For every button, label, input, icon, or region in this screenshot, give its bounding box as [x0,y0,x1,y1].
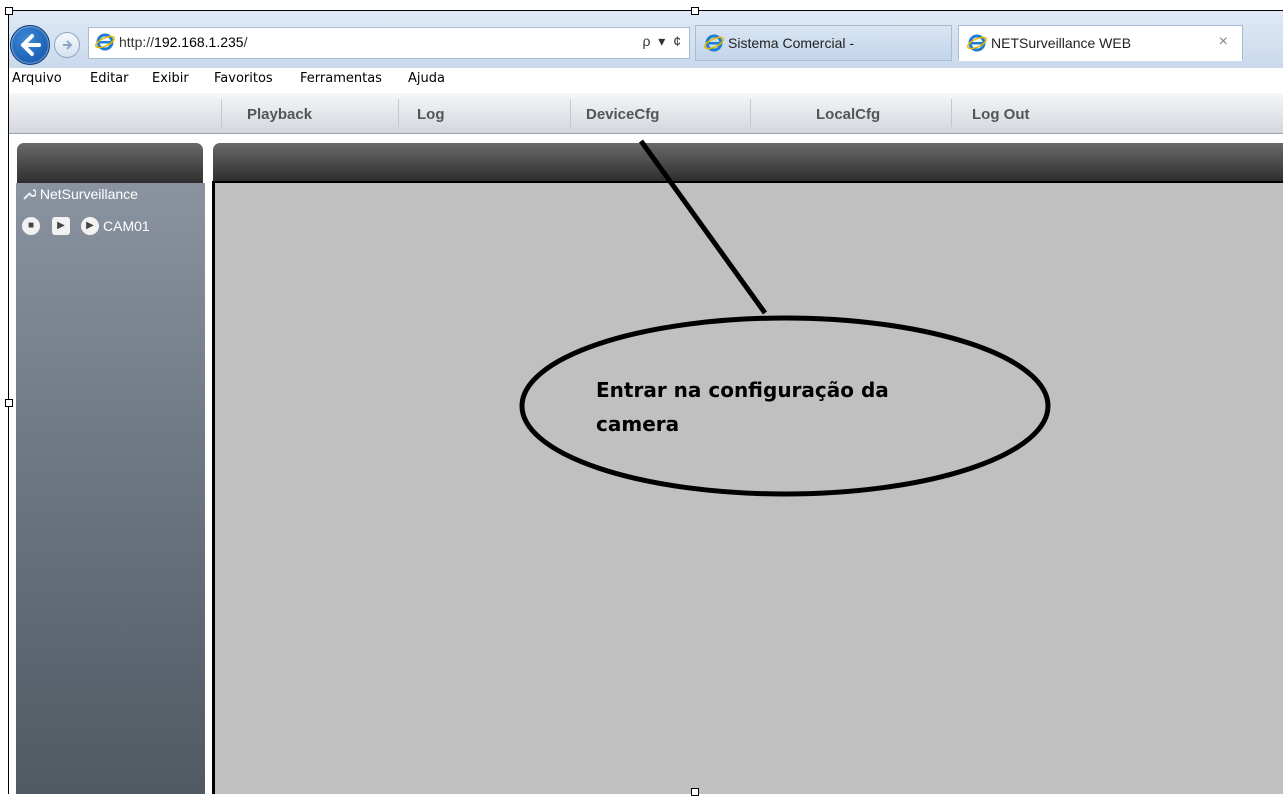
stop-icon[interactable]: ■ [22,217,40,235]
resize-handle[interactable] [5,7,13,15]
play-circle-icon[interactable]: ▶ [81,217,99,235]
annotation-text: Entrar na configuração da camera [596,373,926,441]
nav-log[interactable]: Log [417,106,445,123]
tab-label: NETSurveillance WEB [991,35,1132,51]
forward-arrow-icon [63,40,73,50]
nav-logout[interactable]: Log Out [972,106,1029,123]
menu-bar: Arquivo Editar Exibir Favoritos Ferramen… [8,68,1283,92]
tree-root-label: NetSurveillance [39,186,138,202]
back-button[interactable] [10,25,50,65]
top-navigation: Playback Log DeviceCfg LocalCfg Log Out [8,93,1283,134]
url-text: http://192.168.1.235/ [119,34,248,50]
camera-label[interactable]: CAM01 [103,218,150,234]
menu-arquivo[interactable]: Arquivo [12,71,62,86]
ie-logo-icon [704,34,724,52]
annotation-line-1: Entrar na configuração da [596,378,889,402]
tab-netsurveillance[interactable]: NETSurveillance WEB × [958,25,1243,61]
tree-root-item[interactable]: NetSurveillance [22,186,138,202]
sidebar-header [17,143,203,183]
tab-label: Sistema Comercial - [728,35,855,51]
resize-handle[interactable] [691,7,699,15]
nav-divider [221,99,222,127]
browser-chrome: http://192.168.1.235/ ρ ▾ ¢ Sistema Come… [8,10,1283,92]
menu-exibir[interactable]: Exibir [152,71,189,86]
ie-logo-icon [967,34,987,52]
video-viewport[interactable] [212,181,1283,794]
nav-divider [951,99,952,127]
annotation-line-2: camera [596,412,680,436]
resize-handle[interactable] [691,788,699,796]
search-refresh-icon[interactable]: ρ ▾ ¢ [642,33,683,50]
menu-ajuda[interactable]: Ajuda [408,71,445,86]
device-tree-panel: NetSurveillance ■ ▶ ▶ CAM01 [16,183,205,794]
menu-ferramentas[interactable]: Ferramentas [300,71,382,86]
play-square-icon[interactable]: ▶ [52,217,70,235]
nav-divider [398,99,399,127]
wrench-icon [23,189,37,200]
nav-localcfg[interactable]: LocalCfg [816,106,880,123]
nav-divider [570,99,571,127]
nav-divider [750,99,751,127]
forward-button[interactable] [54,32,80,58]
back-arrow-icon [21,34,41,56]
address-bar-area: http://192.168.1.235/ ρ ▾ ¢ Sistema Come… [8,10,1283,69]
menu-editar[interactable]: Editar [90,71,129,86]
menu-favoritos[interactable]: Favoritos [214,71,273,86]
ie-logo-icon [95,33,115,51]
resize-handle[interactable] [5,399,13,407]
close-icon[interactable]: × [1219,33,1228,51]
nav-playback[interactable]: Playback [247,106,312,123]
url-field[interactable]: http://192.168.1.235/ ρ ▾ ¢ [88,27,690,59]
video-panel-header [213,143,1283,181]
tab-sistema-comercial[interactable]: Sistema Comercial - [695,25,952,61]
nav-devicecfg[interactable]: DeviceCfg [586,106,659,123]
